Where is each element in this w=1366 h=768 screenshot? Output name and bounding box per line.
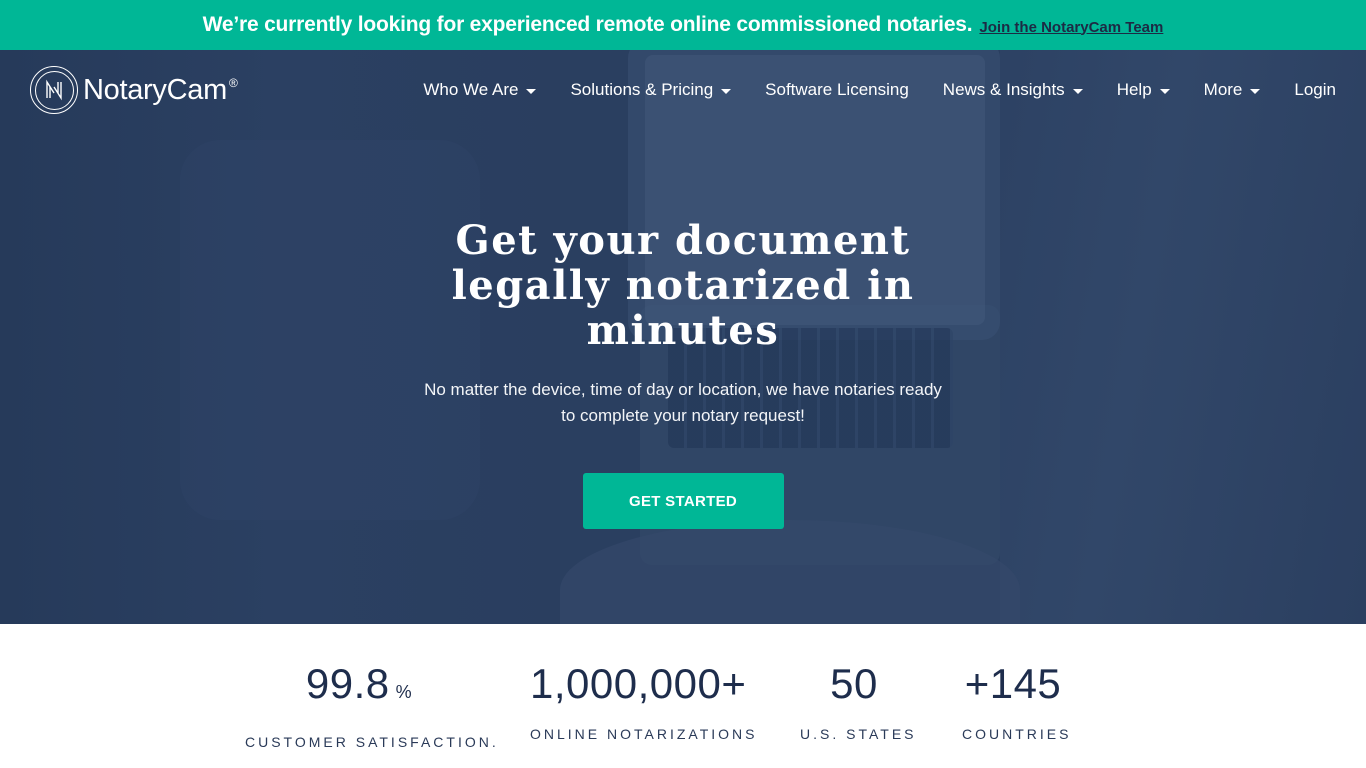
stat-value: +145 bbox=[964, 660, 1062, 707]
stat-value: 50 bbox=[830, 660, 878, 707]
stat-label: CUSTOMER SATISFACTION. bbox=[245, 734, 499, 750]
caret-down-icon bbox=[526, 88, 537, 94]
hero-headline: Get your document legally notarized in m… bbox=[451, 217, 915, 354]
nav-item-label: Login bbox=[1294, 80, 1336, 99]
stat-countries: +145 COUNTRIES bbox=[962, 660, 1072, 742]
caret-down-icon bbox=[1250, 88, 1261, 94]
nav-item-solutions-pricing[interactable]: Solutions & Pricing bbox=[570, 80, 732, 100]
brand-name: NotaryCam bbox=[83, 73, 227, 106]
get-started-button[interactable]: GET STARTED bbox=[582, 473, 784, 529]
caret-down-icon bbox=[1159, 88, 1170, 94]
main-nav: NotaryCam ® Who We Are Solutions & Prici… bbox=[0, 50, 1366, 130]
nav-item-label: Who We Are bbox=[423, 80, 519, 99]
stat-suffix: % bbox=[395, 682, 413, 702]
nav-item-label: News & Insights bbox=[942, 80, 1065, 99]
announcement-message: We’re currently looking for experienced … bbox=[202, 13, 973, 36]
join-team-link[interactable]: Join the NotaryCam Team bbox=[979, 19, 1163, 36]
nav-item-who-we-are[interactable]: Who We Are bbox=[423, 80, 537, 100]
stat-value-wrapper: 99.8% bbox=[245, 660, 473, 716]
hero-subheadline: No matter the device, time of day or loc… bbox=[424, 380, 942, 425]
hero-background-person bbox=[560, 520, 1020, 624]
hero-content: Get your document legally notarized in m… bbox=[0, 218, 1366, 529]
stat-label: ONLINE NOTARIZATIONS bbox=[530, 726, 758, 742]
announcement-bar: We’re currently looking for experienced … bbox=[0, 0, 1366, 50]
stat-customer-satisfaction: 99.8% CUSTOMER SATISFACTION. bbox=[245, 660, 499, 750]
nav-item-login[interactable]: Login bbox=[1294, 80, 1336, 100]
nav-item-label: Help bbox=[1116, 80, 1152, 99]
nav-item-help[interactable]: Help bbox=[1117, 80, 1170, 100]
stat-value: 99.8 bbox=[305, 660, 390, 707]
stat-label: COUNTRIES bbox=[962, 726, 1072, 742]
nav-item-label: Solutions & Pricing bbox=[570, 80, 714, 99]
stats-section: 99.8% CUSTOMER SATISFACTION. 1,000,000+ … bbox=[0, 624, 1366, 768]
nav-item-news-insights[interactable]: News & Insights bbox=[943, 80, 1083, 100]
notarycam-logo-icon bbox=[30, 66, 78, 114]
nav-menu: Who We Are Solutions & Pricing Software … bbox=[389, 50, 1336, 130]
caret-down-icon bbox=[1072, 88, 1083, 94]
nav-item-label: Software Licensing bbox=[765, 80, 909, 99]
nav-item-more[interactable]: More bbox=[1204, 80, 1261, 100]
nav-item-software-licensing[interactable]: Software Licensing bbox=[765, 80, 909, 100]
stat-us-states: 50 U.S. STATES bbox=[800, 660, 917, 742]
caret-down-icon bbox=[721, 88, 732, 94]
stat-online-notarizations: 1,000,000+ ONLINE NOTARIZATIONS bbox=[530, 660, 758, 742]
brand-logo[interactable]: NotaryCam ® bbox=[30, 66, 238, 114]
stat-value: 1,000,000+ bbox=[530, 660, 747, 707]
stat-label: U.S. STATES bbox=[800, 726, 917, 742]
registered-mark: ® bbox=[228, 76, 238, 90]
nav-item-label: More bbox=[1203, 80, 1243, 99]
